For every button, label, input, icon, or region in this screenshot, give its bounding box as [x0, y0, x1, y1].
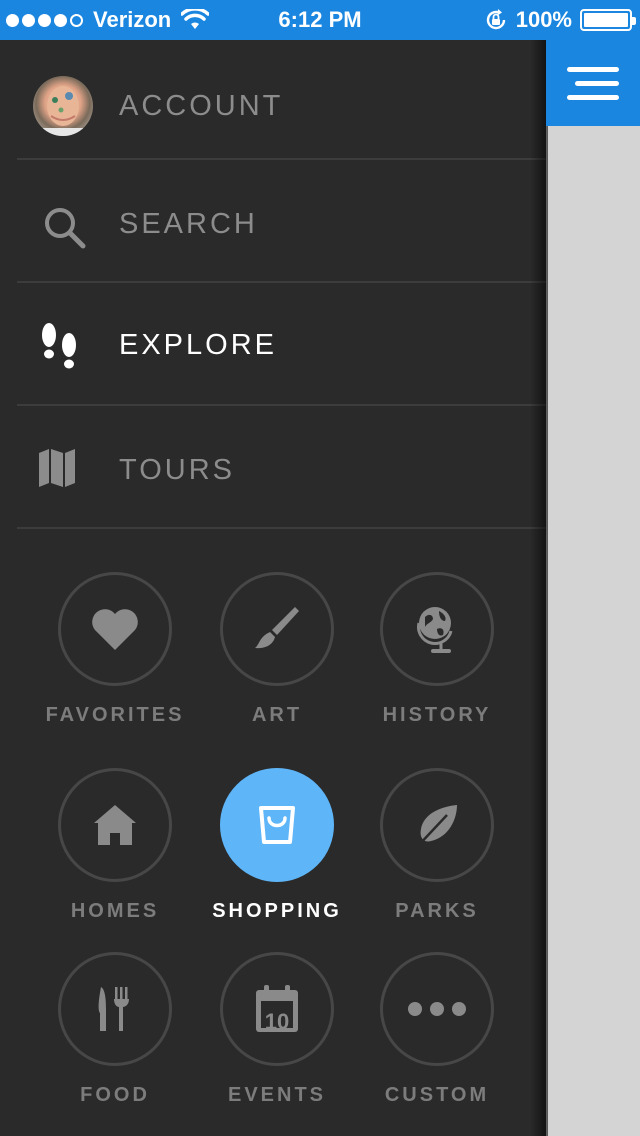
- menu-item-explore[interactable]: EXPLORE: [17, 283, 546, 406]
- heart-icon: [92, 609, 138, 650]
- search-icon: [45, 208, 86, 249]
- battery-icon: [580, 9, 636, 31]
- category-shopping[interactable]: SHOPPING: [202, 768, 352, 923]
- drawer-shadow: [530, 40, 548, 1136]
- hamburger-icon: [575, 80, 619, 86]
- category-label: PARKS: [395, 900, 479, 922]
- navigation-drawer: ACCOUNT SEARCH EXPLORE TOURS FAVORITES A…: [0, 40, 546, 1136]
- category-label: ART: [251, 704, 303, 726]
- category-label: FAVORITES: [45, 704, 185, 726]
- hamburger-icon: [567, 66, 619, 72]
- category-circle: [220, 572, 334, 686]
- menu-toggle-button[interactable]: [546, 40, 640, 126]
- category-events[interactable]: 10 EVENTS: [202, 952, 352, 1107]
- category-parks[interactable]: PARKS: [362, 768, 512, 923]
- menu-item-account[interactable]: ACCOUNT: [17, 40, 546, 160]
- category-label: HISTORY: [382, 704, 492, 726]
- shopping-bag-icon: [259, 806, 295, 844]
- paintbrush-icon: [255, 607, 299, 649]
- category-history[interactable]: HISTORY: [362, 572, 512, 727]
- menu-item-label: EXPLORE: [119, 329, 277, 361]
- category-favorites[interactable]: FAVORITES: [40, 572, 190, 727]
- menu-item-tours[interactable]: TOURS: [17, 406, 546, 529]
- content-panel[interactable]: [546, 40, 640, 1136]
- category-homes[interactable]: HOMES: [40, 768, 190, 923]
- category-label: SHOPPING: [212, 900, 342, 922]
- category-circle: [58, 572, 172, 686]
- globe-icon: [417, 607, 453, 653]
- category-label: HOMES: [70, 900, 160, 922]
- battery-level: [584, 13, 628, 27]
- category-circle: [380, 768, 494, 882]
- category-label: CUSTOM: [384, 1084, 490, 1106]
- rotation-lock-icon: [486, 9, 505, 30]
- house-icon: [94, 805, 136, 845]
- menu-item-label: TOURS: [119, 454, 235, 486]
- leaf-icon: [416, 805, 457, 848]
- fork-knife-icon: [98, 987, 129, 1031]
- menu-item-label: ACCOUNT: [119, 90, 284, 122]
- menu-item-label: SEARCH: [119, 208, 258, 240]
- map-icon: [39, 449, 75, 487]
- category-label: FOOD: [80, 1084, 150, 1106]
- app-root: Verizon 6:12 PM 100% ACCOUNT SEARCH EXPL…: [0, 0, 640, 1136]
- category-circle: 10: [220, 952, 334, 1066]
- category-art[interactable]: ART: [202, 572, 352, 727]
- category-circle: [380, 952, 494, 1066]
- hamburger-icon: [567, 94, 619, 100]
- calendar-day: 10: [264, 1009, 290, 1034]
- category-circle: [220, 768, 334, 882]
- menu-item-search[interactable]: SEARCH: [17, 160, 546, 283]
- category-circle: [380, 572, 494, 686]
- more-dots-icon: [408, 1002, 466, 1016]
- category-label: EVENTS: [227, 1084, 327, 1106]
- avatar: [33, 76, 93, 136]
- category-custom[interactable]: CUSTOM: [362, 952, 512, 1107]
- category-circle: [58, 768, 172, 882]
- footprints-icon: [42, 323, 76, 369]
- status-right: 100%: [484, 7, 636, 33]
- avatar-image: [33, 86, 93, 136]
- status-bar: Verizon 6:12 PM 100%: [0, 0, 640, 40]
- battery-percent: 100%: [515, 7, 572, 32]
- category-circle: [58, 952, 172, 1066]
- category-food[interactable]: FOOD: [40, 952, 190, 1107]
